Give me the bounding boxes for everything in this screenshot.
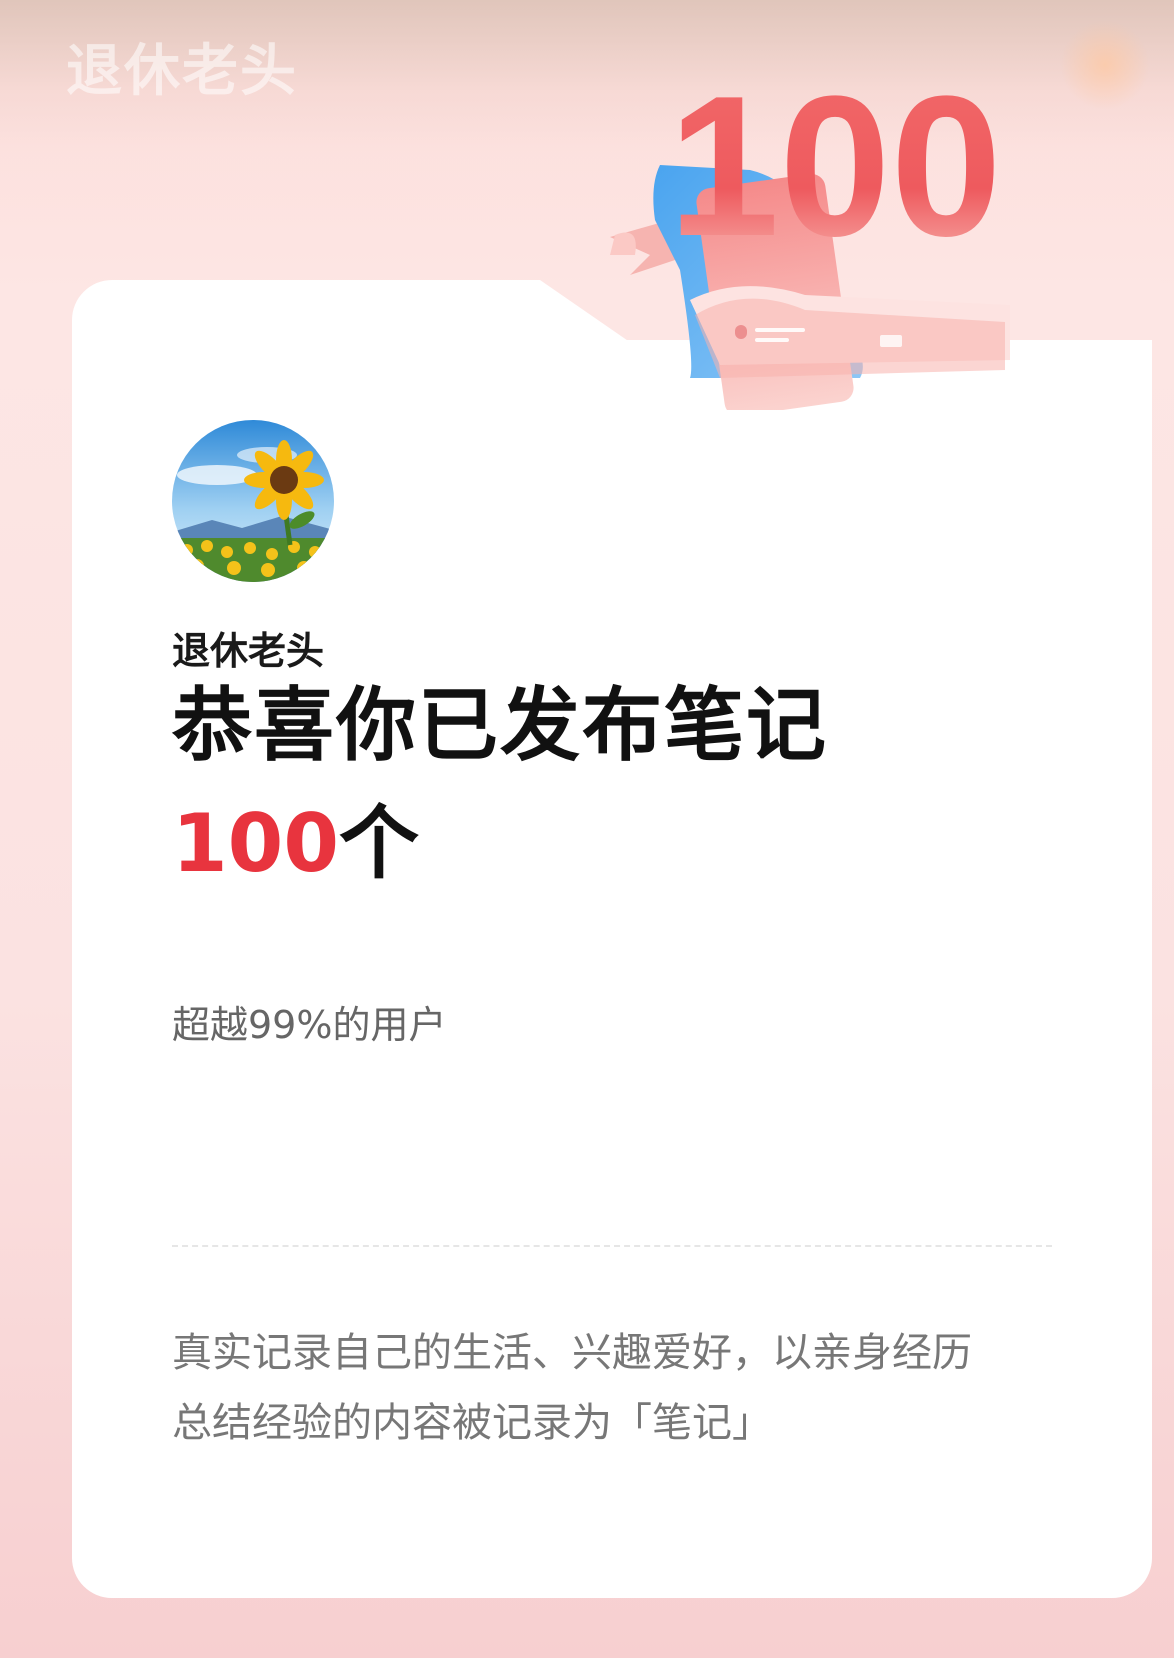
dashed-divider bbox=[172, 1245, 1052, 1247]
milestone-count-number: 100 bbox=[172, 797, 339, 890]
badge-number: 100 bbox=[668, 60, 1002, 278]
description-line-2: 总结经验的内容被记录为「笔记」 bbox=[172, 1400, 772, 1446]
milestone-count-line: 100个 bbox=[172, 802, 419, 886]
rank-percentile-text: 超越99%的用户 bbox=[172, 1003, 447, 1047]
username: 退休老头 bbox=[172, 629, 325, 673]
background-username-watermark: 退休老头 bbox=[66, 39, 298, 104]
milestone-headline: 恭喜你已发布笔记 bbox=[172, 679, 828, 772]
notes-description: 真实记录自己的生活、兴趣爱好，以亲身经历 总结经验的内容被记录为「笔记」 bbox=[172, 1318, 1072, 1458]
description-line-1: 真实记录自己的生活、兴趣爱好，以亲身经历 bbox=[172, 1330, 972, 1376]
sunflower-avatar-icon bbox=[172, 420, 334, 582]
milestone-count-unit: 个 bbox=[339, 797, 419, 890]
avatar[interactable] bbox=[172, 420, 334, 582]
background-light-glow bbox=[1060, 20, 1150, 110]
scroll-ribbon-badge-icon: 100 bbox=[610, 60, 1010, 410]
